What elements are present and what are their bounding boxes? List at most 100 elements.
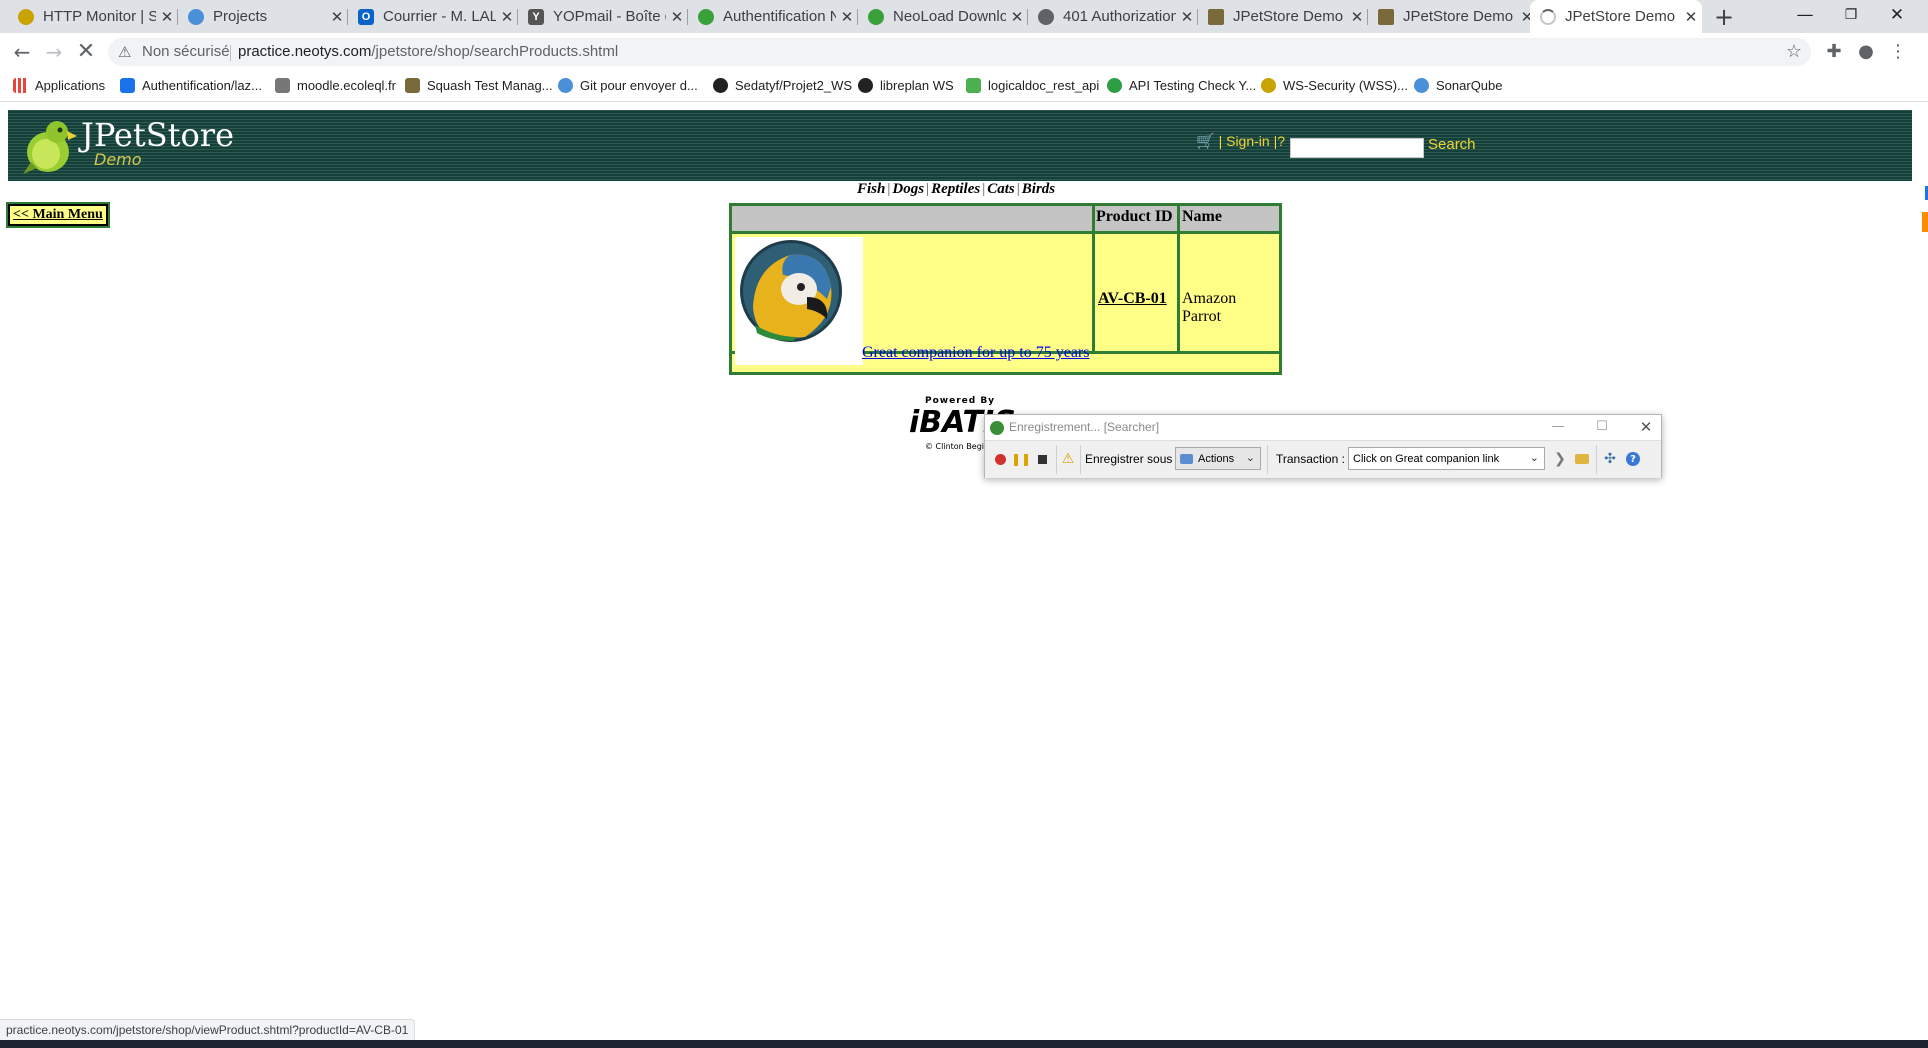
tab-yopmail[interactable]: Y YOPmail - Boîte de ✕ bbox=[518, 0, 688, 33]
next-transaction-icon[interactable]: ❯ bbox=[1551, 450, 1569, 468]
tab-neoload-download[interactable]: NeoLoad Download ✕ bbox=[858, 0, 1028, 33]
close-tab-icon[interactable]: ✕ bbox=[836, 8, 858, 26]
bookmark-logicaldoc[interactable]: logicaldoc_rest_api bbox=[966, 75, 1099, 95]
category-link-dogs[interactable]: Dogs bbox=[892, 181, 924, 197]
header-links[interactable]: 🛒 | Sign-in |? bbox=[1196, 132, 1285, 150]
site-logo-title[interactable]: JPetStore bbox=[81, 116, 234, 154]
neoload-icon bbox=[868, 8, 884, 25]
bookmark-api-testing[interactable]: API Testing Check Y... bbox=[1107, 75, 1256, 95]
extensions-puzzle-icon[interactable]: ✚ bbox=[1822, 40, 1846, 64]
category-link-birds[interactable]: Birds bbox=[1022, 181, 1055, 197]
globe-icon bbox=[1038, 8, 1054, 25]
save-under-select[interactable]: Actions ⌄ bbox=[1175, 447, 1261, 470]
os-taskbar bbox=[0, 1040, 1928, 1048]
close-tab-icon[interactable]: ✕ bbox=[1346, 8, 1368, 26]
column-header-name: Name bbox=[1182, 208, 1222, 225]
amazon-parrot-thumbnail[interactable] bbox=[735, 237, 863, 365]
browser-menu-icon[interactable]: ⋮ bbox=[1886, 40, 1910, 64]
search-input[interactable] bbox=[1290, 138, 1424, 158]
pause-icon[interactable]: ❚❚ bbox=[1011, 450, 1031, 468]
url-text[interactable]: practice.neotys.com/jpetstore/shop/searc… bbox=[238, 43, 618, 60]
open-folder-icon[interactable] bbox=[1573, 450, 1591, 468]
link-status-bar: practice.neotys.com/jpetstore/shop/viewP… bbox=[0, 1019, 416, 1040]
bookmark-star-icon[interactable]: ☆ bbox=[1782, 40, 1806, 64]
folder-icon bbox=[1180, 453, 1193, 464]
search-button[interactable]: Search bbox=[1428, 136, 1476, 153]
record-button[interactable] bbox=[991, 450, 1009, 468]
cart-icon[interactable]: 🛒 bbox=[1196, 133, 1215, 150]
bookmark-libreplan[interactable]: libreplan WS bbox=[858, 75, 954, 95]
recorder-close-button[interactable]: ✕ bbox=[1631, 416, 1661, 438]
recorder-minimize-button[interactable]: — bbox=[1543, 416, 1573, 438]
product-id-link[interactable]: AV-CB-01 bbox=[1098, 290, 1167, 308]
column-divider bbox=[1092, 206, 1095, 351]
site-header: JPetStore Demo 🛒 | Sign-in |? Search bbox=[8, 110, 1912, 181]
new-tab-button[interactable]: + bbox=[1710, 3, 1738, 31]
jpetstore-icon bbox=[1208, 8, 1224, 25]
transaction-label: Transaction : bbox=[1276, 452, 1345, 466]
restore-window-button[interactable]: ❐ bbox=[1828, 0, 1874, 33]
bookmark-sonarqube[interactable]: SonarQube bbox=[1414, 75, 1503, 95]
chevron-down-icon: ⌄ bbox=[1529, 452, 1539, 464]
category-link-cats[interactable]: Cats bbox=[987, 181, 1015, 197]
sign-in-link[interactable]: | Sign-in |? bbox=[1219, 133, 1285, 149]
transaction-select[interactable]: Click on Great companion link ⌄ bbox=[1348, 447, 1545, 470]
chevron-down-icon: ⌄ bbox=[1245, 452, 1255, 464]
security-label[interactable]: Non sécurisé bbox=[142, 43, 230, 60]
bookmark-ws-security[interactable]: WS-Security (WSS)... bbox=[1261, 75, 1408, 95]
apps-grid-icon bbox=[13, 77, 28, 93]
parrot-logo-icon[interactable] bbox=[21, 116, 79, 174]
close-tab-icon[interactable]: ✕ bbox=[1006, 8, 1028, 26]
tab-projects[interactable]: Projects ✕ bbox=[178, 0, 348, 33]
tab-jpetstore-2[interactable]: JPetStore Demo ✕ bbox=[1368, 0, 1538, 33]
api-testing-icon bbox=[1107, 77, 1122, 93]
minimize-window-button[interactable]: — bbox=[1782, 0, 1828, 33]
back-button[interactable]: ← bbox=[8, 38, 36, 66]
forward-button[interactable]: → bbox=[40, 38, 68, 66]
tab-401-authorization[interactable]: 401 Authorization R ✕ bbox=[1028, 0, 1198, 33]
tab-jpetstore-1[interactable]: JPetStore Demo ✕ bbox=[1198, 0, 1368, 33]
outlook-icon: O bbox=[358, 8, 374, 25]
sonarqube-icon bbox=[1414, 77, 1429, 93]
close-tab-icon[interactable]: ✕ bbox=[1176, 8, 1198, 26]
url-host: practice.neotys.com bbox=[238, 43, 372, 60]
help-icon[interactable]: ? bbox=[1624, 450, 1642, 468]
address-divider bbox=[230, 45, 231, 61]
column-divider bbox=[1177, 206, 1180, 351]
bookmark-sedatyf[interactable]: Sedatyf/Projet2_WS bbox=[713, 75, 852, 95]
category-link-reptiles[interactable]: Reptiles bbox=[931, 181, 980, 197]
product-description-link[interactable]: Great companion for up to 75 years bbox=[862, 344, 1089, 362]
stop-icon[interactable] bbox=[1033, 450, 1051, 468]
fit-screen-icon[interactable]: ✣ bbox=[1601, 450, 1619, 468]
squash-icon bbox=[188, 8, 204, 25]
category-link-fish[interactable]: Fish bbox=[857, 181, 885, 197]
close-tab-icon[interactable]: ✕ bbox=[156, 8, 178, 26]
github-icon bbox=[713, 77, 728, 93]
close-tab-icon[interactable]: ✕ bbox=[666, 8, 688, 26]
close-tab-icon[interactable]: ✕ bbox=[326, 8, 348, 26]
bookmark-git[interactable]: Git pour envoyer d... bbox=[558, 75, 698, 95]
neoload-recorder-window: Enregistrement... [Searcher] — ☐ ✕ ❚❚ ⚠ … bbox=[984, 414, 1662, 478]
url-path: /jpetstore/shop/searchProducts.shtml bbox=[371, 43, 619, 60]
product-search-table: Product ID Name Great companion for up t… bbox=[729, 203, 1282, 375]
stop-loading-button[interactable]: ✕ bbox=[72, 38, 100, 66]
recorder-maximize-button[interactable]: ☐ bbox=[1587, 416, 1617, 438]
bookmark-squash[interactable]: Squash Test Manag... bbox=[405, 75, 553, 95]
close-window-button[interactable]: ✕ bbox=[1874, 0, 1920, 33]
main-menu-link[interactable]: << Main Menu bbox=[6, 202, 110, 228]
bookmark-authentification[interactable]: Authentification/laz... bbox=[120, 75, 262, 95]
close-tab-icon[interactable]: ✕ bbox=[496, 8, 518, 26]
bookmark-applications[interactable]: Applications bbox=[13, 75, 105, 95]
tab-courrier[interactable]: O Courrier - M. LALOU ✕ bbox=[348, 0, 518, 33]
warning-icon[interactable]: ⚠ bbox=[1059, 450, 1077, 468]
close-tab-icon[interactable]: ✕ bbox=[1680, 8, 1702, 26]
tab-http-monitor[interactable]: HTTP Monitor | Soa ✕ bbox=[8, 0, 178, 33]
site-logo-subtitle: Demo bbox=[94, 150, 142, 169]
tab-jpetstore-active[interactable]: JPetStore Demo ✕ bbox=[1530, 0, 1702, 33]
profile-avatar-icon[interactable]: ● bbox=[1854, 40, 1878, 64]
moodle-icon bbox=[275, 77, 290, 93]
bookmark-moodle[interactable]: moodle.ecoleql.fr bbox=[275, 75, 396, 95]
warning-icon[interactable]: ⚠ bbox=[118, 43, 136, 61]
tab-authentification-neoload[interactable]: Authentification Ne ✕ bbox=[688, 0, 858, 33]
loading-icon bbox=[1540, 8, 1556, 25]
